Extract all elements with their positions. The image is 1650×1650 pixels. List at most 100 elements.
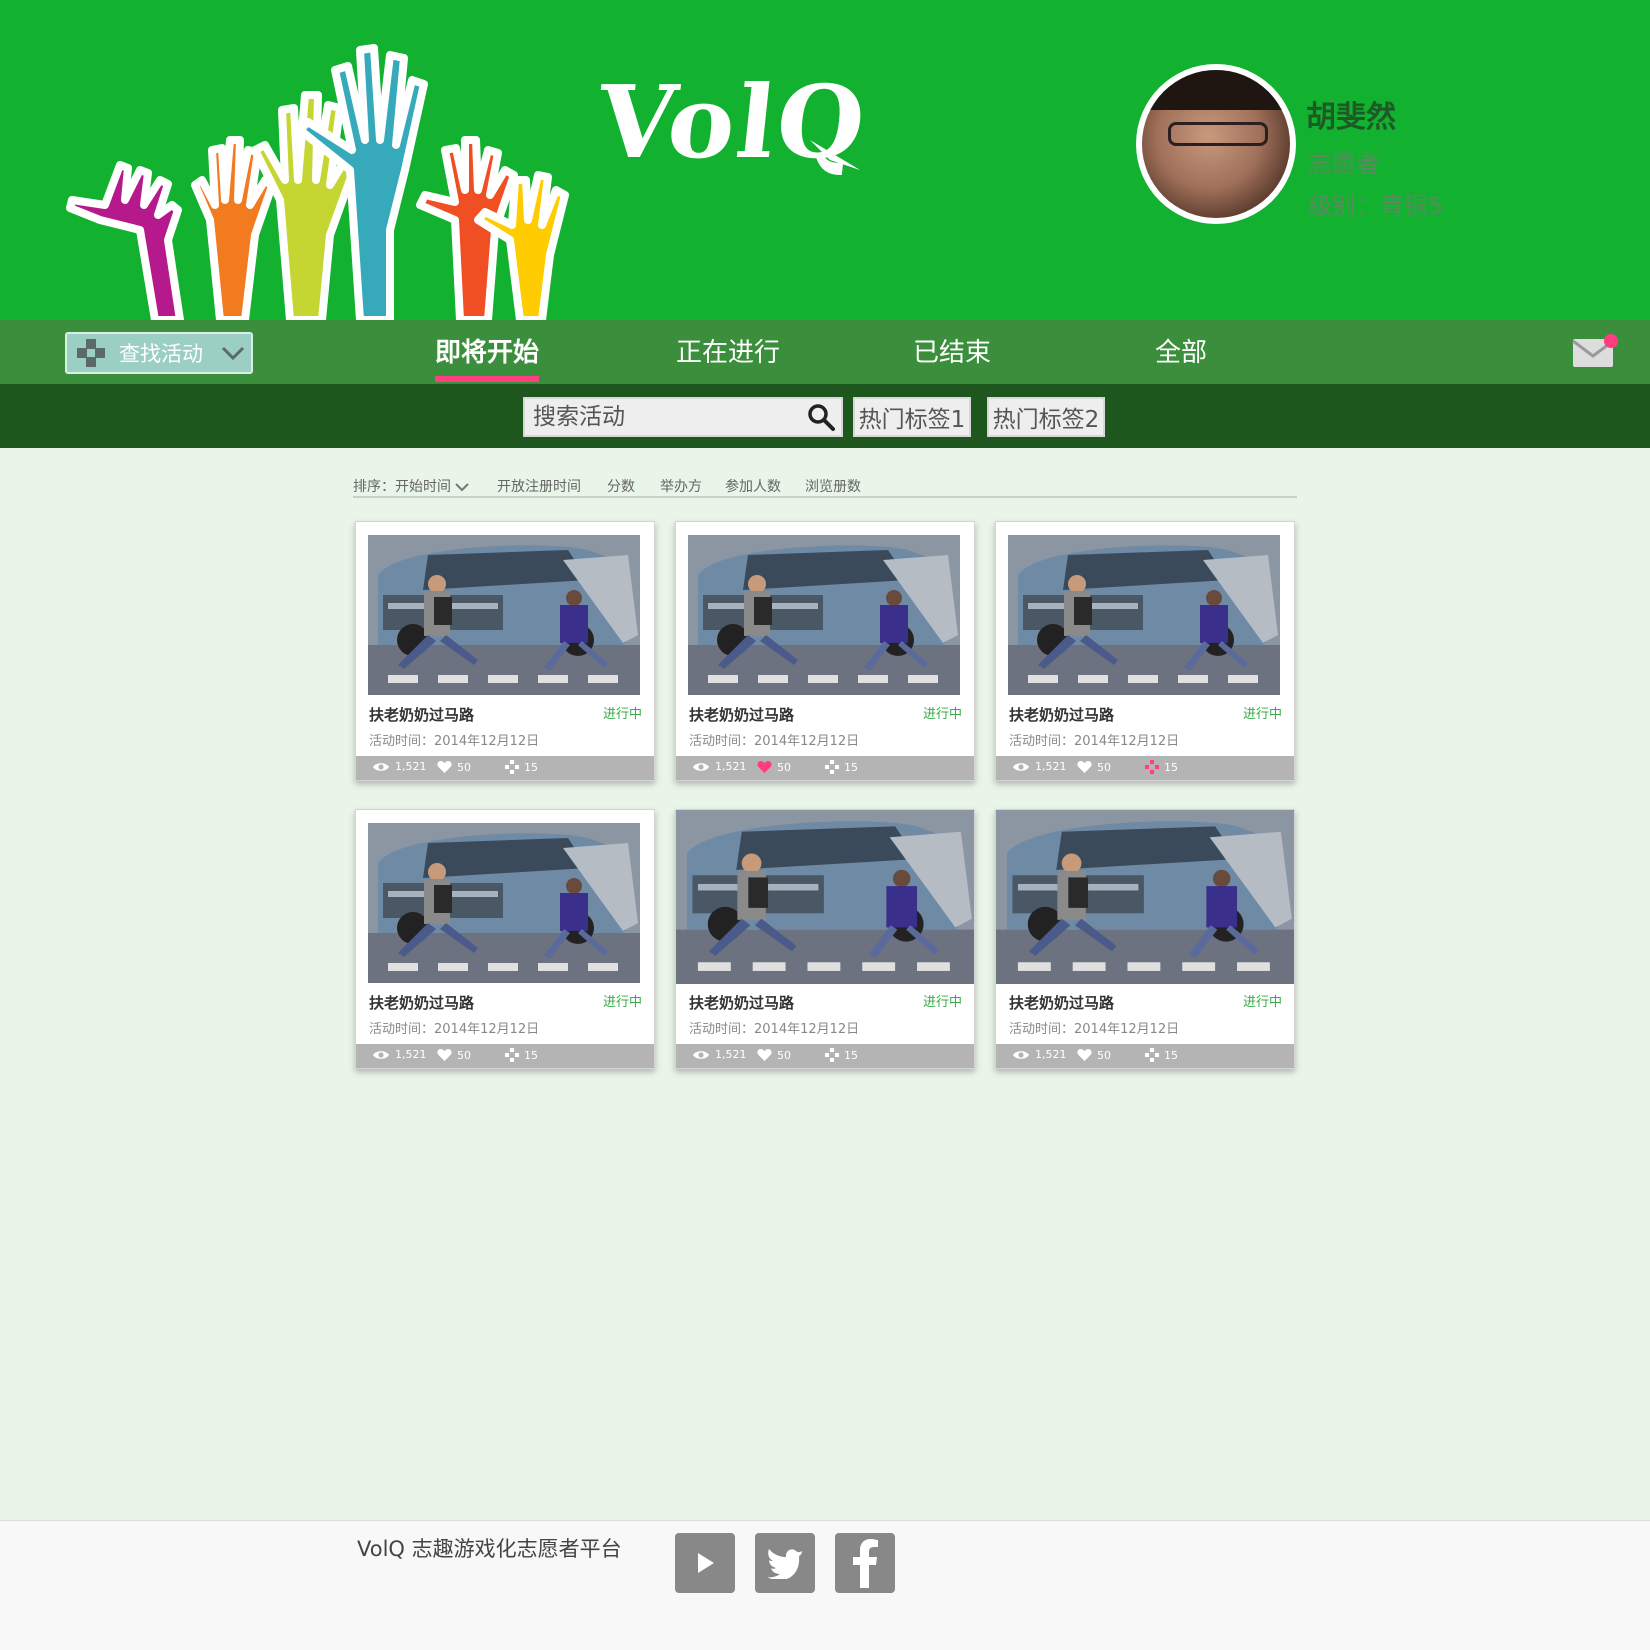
views-stat: 1,521 [372,1048,427,1061]
activity-title: 扶老奶奶过马路 [1009,994,1115,1012]
activity-status: 进行中 [1242,707,1282,722]
find-activity-dropdown[interactable]: 查找活动 [65,332,253,374]
f-letter-icon [853,1539,878,1588]
search-icon[interactable] [807,403,835,431]
footer-text: VolQ 志趣游戏化志愿者平台 [357,1537,622,1561]
user-avatar[interactable] [1136,64,1296,224]
gamepad-icon [1145,1048,1159,1062]
points-count: 15 [524,760,538,774]
sort-option-registration-time[interactable]: 开放注册时间 [497,476,581,496]
likes-count: 50 [457,1048,471,1062]
activity-title: 扶老奶奶过马路 [689,994,795,1012]
nav-bar: 查找活动 即将开始 正在进行 已结束 全部 [0,320,1650,384]
likes-count: 50 [777,1048,791,1062]
tab-upcoming[interactable]: 即将开始 [435,332,539,369]
views-count: 1,521 [1035,1048,1067,1061]
activity-status: 进行中 [602,707,642,722]
chevron-down-icon [455,483,469,492]
activity-photo [368,823,640,983]
likes-count: 50 [1097,760,1111,774]
user-level: 级别：青铜5 [1308,192,1444,220]
likes-stat[interactable]: 50 [757,1048,791,1062]
activity-photo [996,810,1294,984]
hot-tag-2[interactable]: 热门标签2 [987,397,1105,437]
activity-time: 活动时间：2014年12月12日 [689,734,860,749]
views-count: 1,521 [715,1048,747,1061]
sort-selected[interactable]: 排序：开始时间 [353,476,469,496]
sort-option-views[interactable]: 浏览册数 [805,476,861,496]
likes-stat[interactable]: 50 [437,760,471,774]
gamepad-icon [1145,760,1159,774]
activity-stats: 1,521 50 15 [676,756,974,780]
avatar-photo [1142,70,1290,218]
likes-stat[interactable]: 50 [1077,1048,1111,1062]
eye-icon [1013,762,1029,771]
search-box [523,397,843,437]
activity-time: 活动时间：2014年12月12日 [689,1022,860,1037]
facebook-icon[interactable] [835,1533,895,1593]
active-tab-indicator [435,376,539,382]
search-input[interactable] [533,404,803,430]
gamepad-icon [825,760,839,774]
activity-card[interactable]: 扶老奶奶过马路 进行中 活动时间：2014年12月12日 1,521 50 15 [355,521,655,781]
tab-all[interactable]: 全部 [1155,332,1207,369]
twitter-icon[interactable] [755,1533,815,1593]
sort-selected-label: 开始时间 [395,479,451,495]
activity-title: 扶老奶奶过马路 [369,994,475,1012]
points-count: 15 [1164,1048,1178,1062]
youtube-icon[interactable] [675,1533,735,1593]
user-name: 胡斐然 [1306,100,1396,135]
heart-icon [1077,761,1092,773]
activity-title: 扶老奶奶过马路 [689,706,795,724]
points-stat: 15 [1145,760,1178,774]
header: VolQ 胡斐然 志愿者 级别：青铜5 [0,0,1650,320]
activity-status: 进行中 [1242,995,1282,1010]
points-count: 15 [844,760,858,774]
activity-card[interactable]: 扶老奶奶过马路 进行中 活动时间：2014年12月12日 1,521 50 15 [995,521,1295,781]
activity-title: 扶老奶奶过马路 [369,706,475,724]
eye-icon [693,762,709,771]
footer: VolQ 志趣游戏化志愿者平台 [0,1520,1650,1650]
activity-time: 活动时间：2014年12月12日 [369,734,540,749]
sort-prefix: 排序： [353,479,395,495]
views-stat: 1,521 [372,760,427,773]
views-count: 1,521 [1035,760,1067,773]
heart-icon [1077,1049,1092,1061]
mail-notification-badge [1604,334,1618,348]
views-stat: 1,521 [692,760,747,773]
activity-card[interactable]: 扶老奶奶过马路 进行中 活动时间：2014年12月12日 1,521 50 15 [675,521,975,781]
activity-title: 扶老奶奶过马路 [1009,706,1115,724]
likes-count: 50 [1097,1048,1111,1062]
activity-card[interactable]: 扶老奶奶过马路 进行中 活动时间：2014年12月12日 1,521 50 15 [995,809,1295,1069]
tab-ongoing[interactable]: 正在进行 [676,332,780,369]
points-stat: 15 [1145,1048,1178,1062]
views-count: 1,521 [395,1048,427,1061]
bird-icon [767,1549,802,1579]
eye-icon [373,1050,389,1059]
gamepad-icon [505,1048,519,1062]
activity-status: 进行中 [602,995,642,1010]
activity-status: 进行中 [922,995,962,1010]
raised-hands-illustration [66,44,569,320]
points-count: 15 [1164,760,1178,774]
points-count: 15 [524,1048,538,1062]
tab-ended[interactable]: 已结束 [913,332,991,369]
activity-card[interactable]: 扶老奶奶过马路 进行中 活动时间：2014年12月12日 1,521 50 15 [355,809,655,1069]
points-stat: 15 [825,1048,858,1062]
sort-option-score[interactable]: 分数 [607,476,635,496]
activity-time: 活动时间：2014年12月12日 [1009,734,1180,749]
heart-icon [437,1049,452,1061]
likes-stat[interactable]: 50 [437,1048,471,1062]
likes-stat[interactable]: 50 [1077,760,1111,774]
activity-time: 活动时间：2014年12月12日 [1009,1022,1180,1037]
hot-tag-1[interactable]: 热门标签1 [853,397,971,437]
gamepad-icon [825,1048,839,1062]
points-stat: 15 [505,1048,538,1062]
gamepad-icon [77,339,105,367]
sort-option-organizer[interactable]: 举办方 [660,476,702,496]
points-stat: 15 [825,760,858,774]
eye-icon [693,1050,709,1059]
activity-card[interactable]: 扶老奶奶过马路 进行中 活动时间：2014年12月12日 1,521 50 15 [675,809,975,1069]
likes-stat[interactable]: 50 [757,760,791,774]
sort-option-participants[interactable]: 参加人数 [725,476,781,496]
